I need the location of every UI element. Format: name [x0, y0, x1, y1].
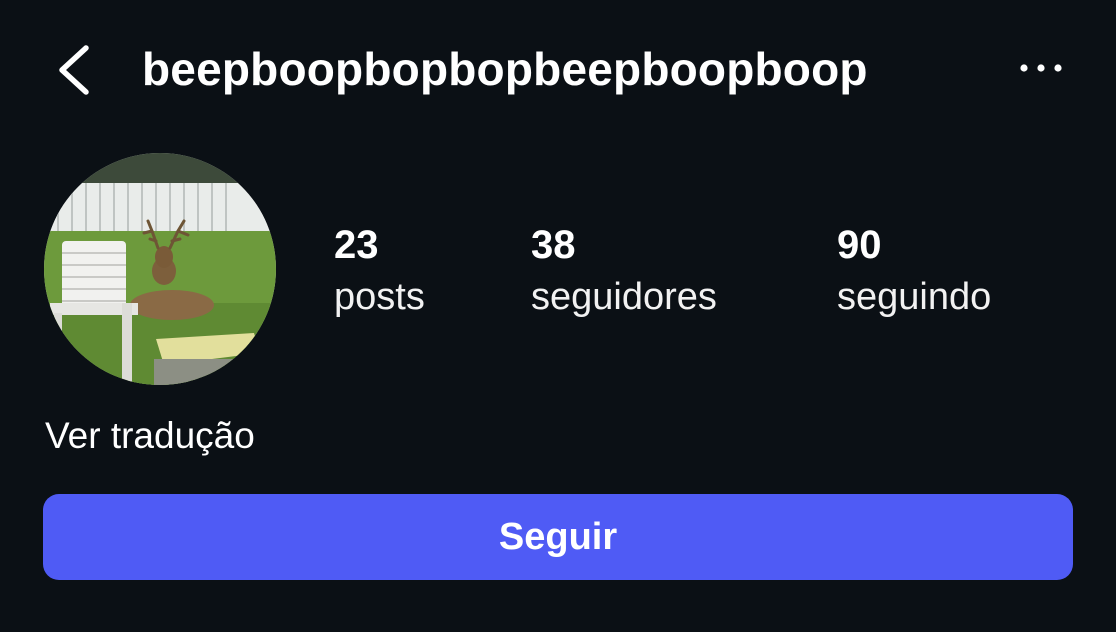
stat-following-label: seguindo [837, 276, 992, 318]
stat-posts-label: posts [334, 276, 425, 318]
stat-followers[interactable]: 38 seguidores [531, 220, 717, 322]
avatar[interactable] [44, 153, 276, 385]
more-options-button[interactable] [1010, 50, 1074, 86]
stat-following[interactable]: 90 seguindo [837, 220, 991, 322]
more-horizontal-icon [1020, 64, 1062, 72]
profile-header: beepboopbopbopbeepboopboop [0, 0, 1116, 140]
see-translation-link[interactable]: Ver tradução [45, 411, 255, 461]
stat-followers-value: 38 [531, 223, 576, 267]
profile-photo-deer [44, 153, 276, 385]
stat-following-value: 90 [837, 223, 882, 267]
stat-followers-label: seguidores [531, 276, 717, 318]
stat-posts-value: 23 [334, 223, 379, 267]
chevron-left-icon [59, 45, 89, 95]
stat-posts[interactable]: 23 posts [334, 220, 425, 322]
back-button[interactable] [52, 40, 100, 100]
profile-username: beepboopbopbopbeepboopboop [142, 43, 868, 95]
follow-button[interactable]: Seguir [43, 494, 1073, 580]
